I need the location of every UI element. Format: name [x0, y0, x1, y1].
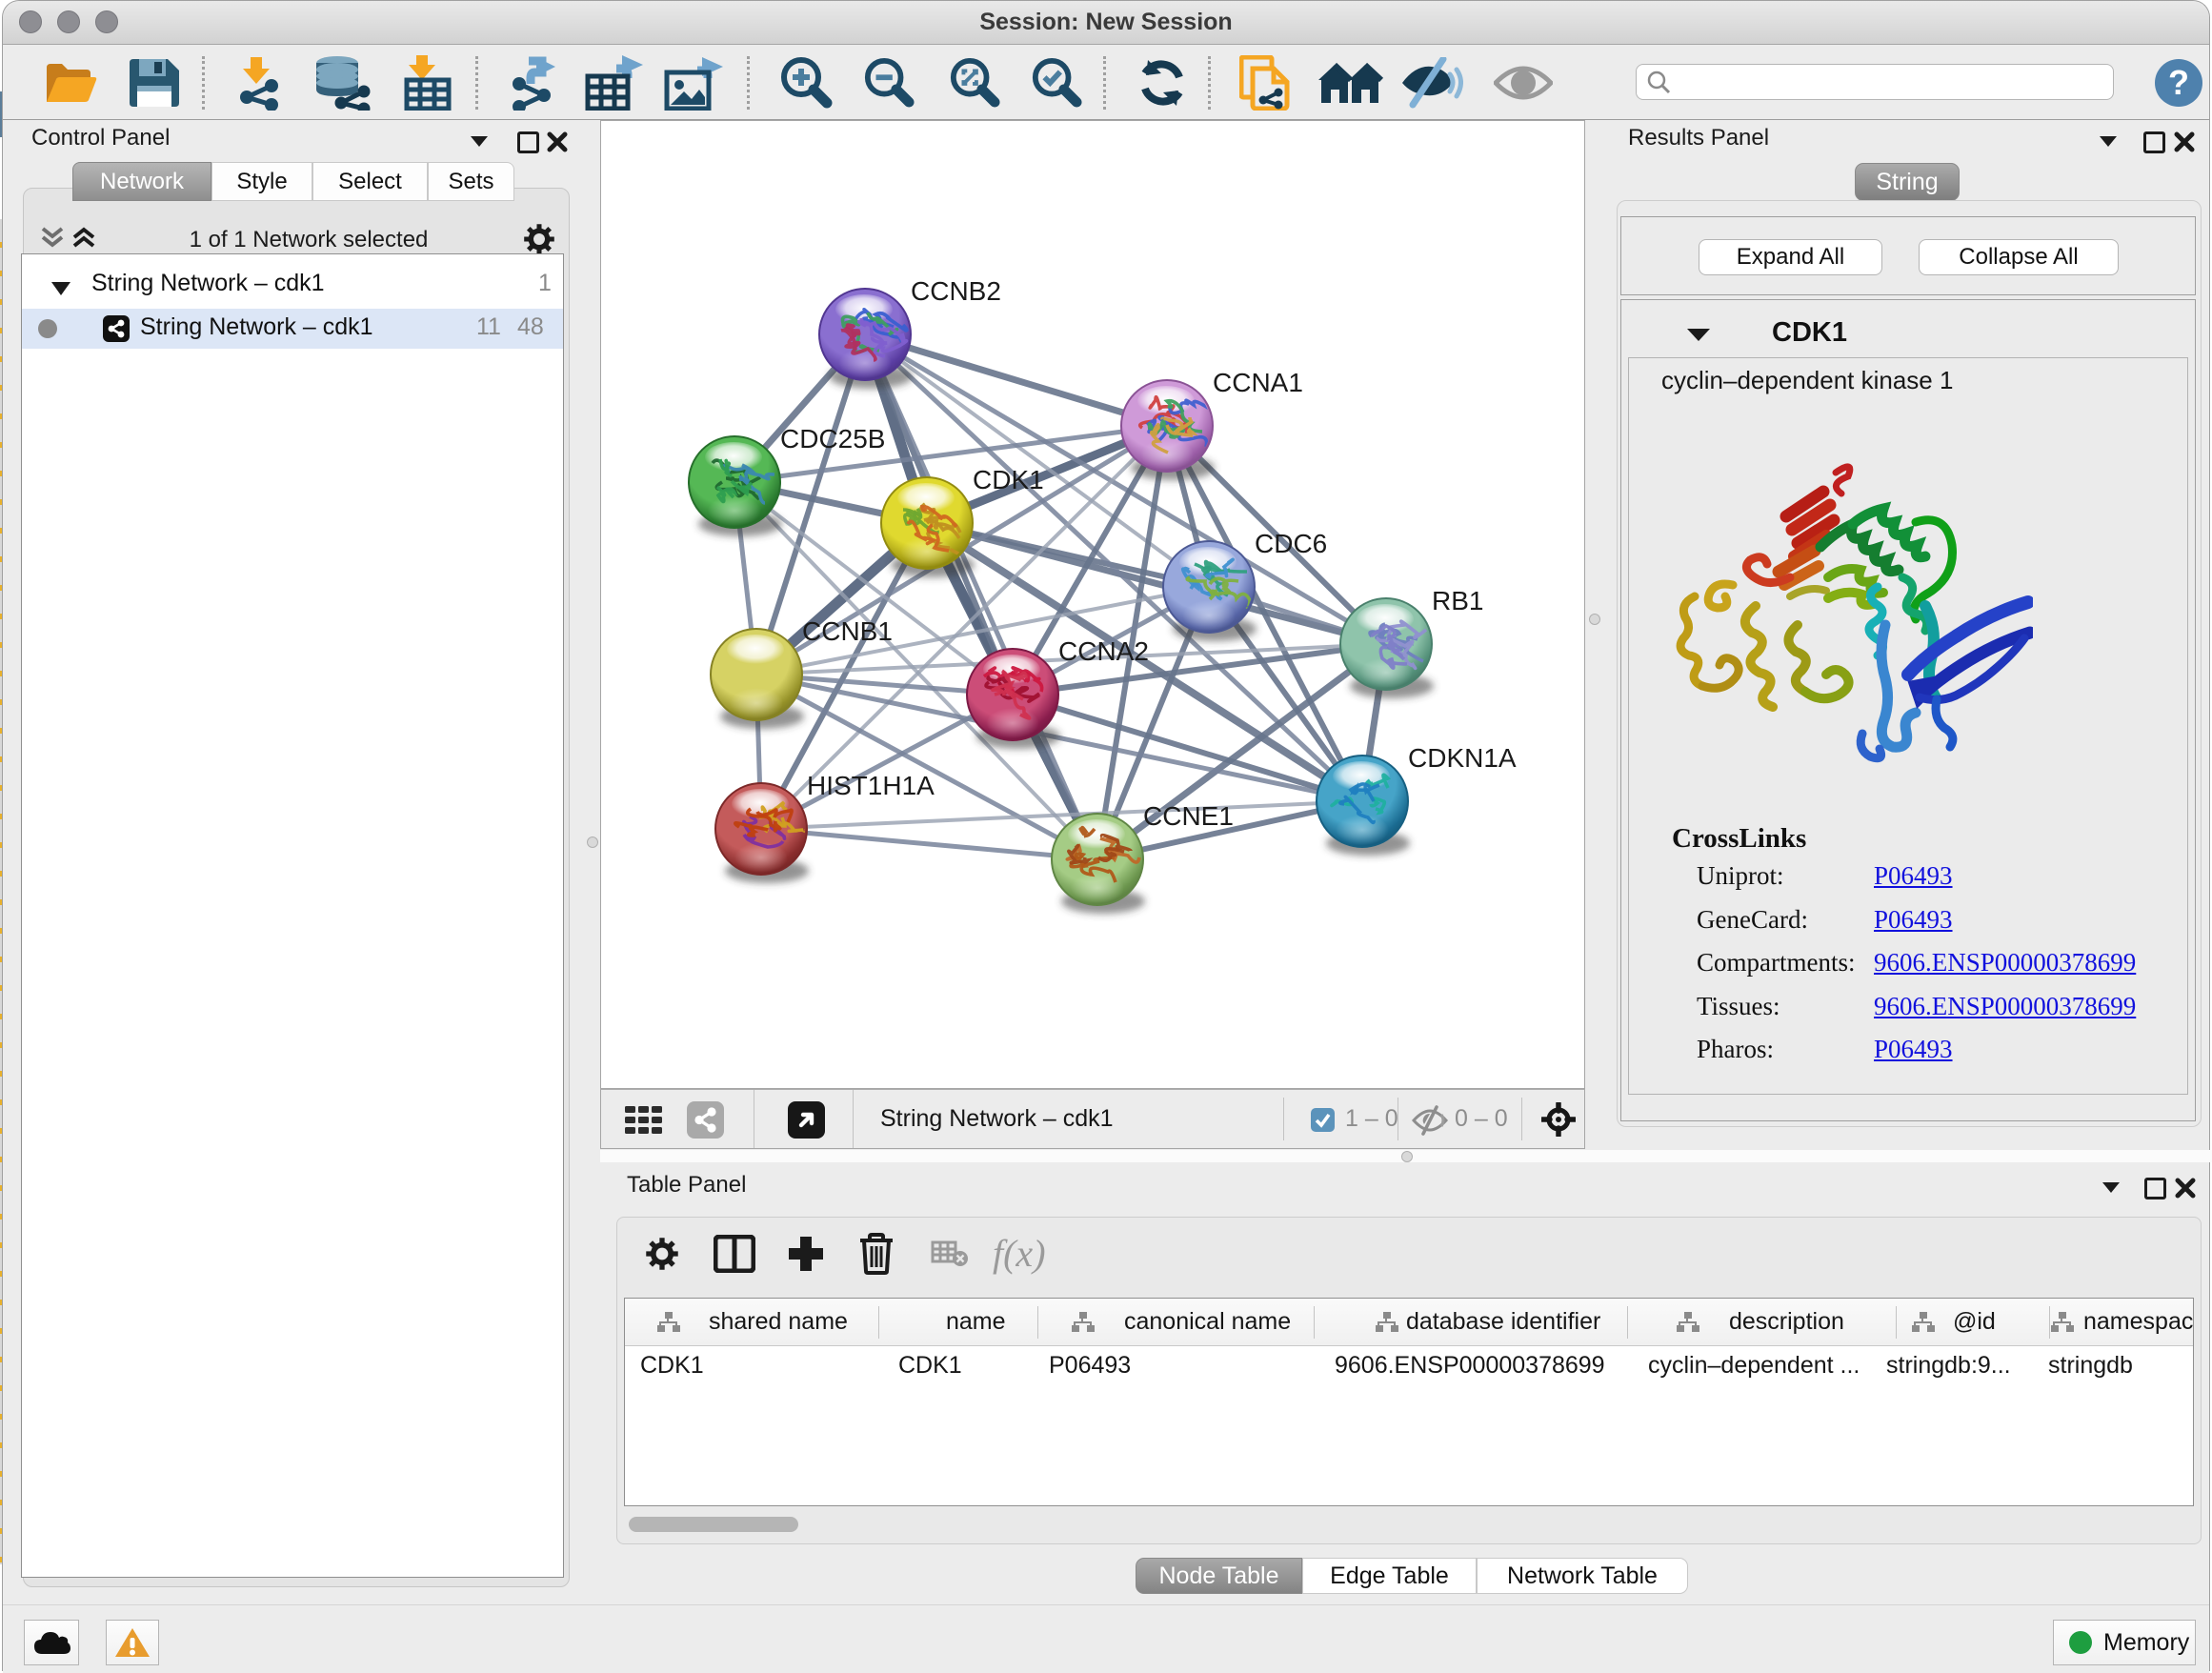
svg-text:CCNB2: CCNB2: [911, 276, 1001, 306]
svg-text:CDC6: CDC6: [1255, 529, 1327, 558]
svg-text:CDC25B: CDC25B: [780, 424, 885, 454]
svg-text:HIST1H1A: HIST1H1A: [807, 771, 935, 800]
svg-text:CCNE1: CCNE1: [1143, 801, 1234, 831]
svg-text:CCNA1: CCNA1: [1213, 368, 1303, 397]
svg-text:CDKN1A: CDKN1A: [1408, 743, 1517, 773]
svg-text:?: ?: [2168, 63, 2189, 102]
svg-text:CDK1: CDK1: [973, 465, 1044, 494]
svg-text:CCNA2: CCNA2: [1058, 636, 1149, 666]
svg-text:CCNB1: CCNB1: [802, 616, 893, 646]
svg-text:RB1: RB1: [1432, 586, 1483, 615]
